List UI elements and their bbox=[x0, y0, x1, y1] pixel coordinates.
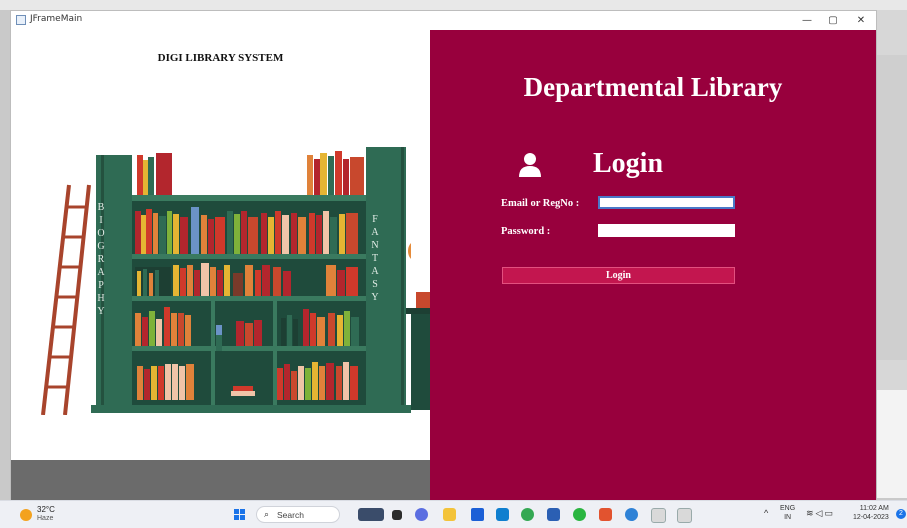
windows-start-icon[interactable] bbox=[234, 509, 246, 521]
notification-badge[interactable]: 2 bbox=[896, 509, 906, 519]
minimize-button[interactable]: — bbox=[793, 11, 821, 30]
password-label: Password : bbox=[501, 226, 551, 237]
login-pane: Departmental Library Login Email or RegN… bbox=[430, 30, 876, 501]
background-window bbox=[877, 10, 907, 498]
footer-strip bbox=[11, 460, 430, 501]
java-app-icon bbox=[16, 15, 26, 25]
jframe-window: JFrameMain — ▢ ✕ DIGI LIBRARY SYSTEM BIO… bbox=[10, 10, 877, 501]
email-input[interactable] bbox=[598, 196, 735, 209]
tray-status-icons[interactable]: ≋◁▭ bbox=[806, 508, 835, 519]
department-title: Departmental Library bbox=[523, 72, 783, 102]
biography-label: BIOGRAPHY bbox=[97, 202, 105, 317]
mail-icon[interactable] bbox=[496, 508, 509, 521]
dropbox-icon[interactable] bbox=[471, 508, 484, 521]
side-table-leg bbox=[411, 314, 430, 410]
app-icon[interactable] bbox=[625, 508, 638, 521]
taskbar: 32°C Haze ⌕ Search ^ ENG IN ≋◁▭ 11:02 AM… bbox=[0, 500, 907, 528]
user-icon bbox=[519, 153, 541, 177]
fantasy-label: FANTASY bbox=[371, 214, 379, 303]
java-app-icon[interactable] bbox=[651, 508, 666, 523]
wifi-icon: ≋ bbox=[806, 508, 816, 518]
java-app-icon[interactable] bbox=[677, 508, 692, 523]
window-title: JFrameMain bbox=[30, 14, 83, 24]
ladder-illustration bbox=[41, 184, 91, 415]
office-icon[interactable] bbox=[599, 508, 612, 521]
tray-overflow-icon[interactable]: ^ bbox=[764, 508, 768, 518]
password-input[interactable] bbox=[598, 224, 735, 237]
search-icon: ⌕ bbox=[264, 509, 270, 519]
title-bar[interactable]: JFrameMain — ▢ ✕ bbox=[11, 11, 876, 31]
language-indicator[interactable]: ENG IN bbox=[780, 504, 795, 522]
close-button[interactable]: ✕ bbox=[847, 11, 875, 30]
login-heading: Login bbox=[593, 148, 664, 179]
clock-date: 12-04-2023 bbox=[853, 514, 889, 521]
file-explorer-icon[interactable] bbox=[443, 508, 456, 521]
search-placeholder: Search bbox=[277, 510, 304, 520]
maximize-button[interactable]: ▢ bbox=[819, 11, 847, 30]
taskbar-app-icon[interactable] bbox=[358, 508, 384, 521]
email-label: Email or RegNo : bbox=[501, 198, 580, 209]
region-code: IN bbox=[784, 514, 792, 521]
word-icon[interactable] bbox=[547, 508, 560, 521]
desktop-backdrop bbox=[0, 0, 907, 10]
books-top bbox=[137, 151, 364, 195]
books-shelf-1 bbox=[135, 207, 358, 254]
task-view-icon[interactable] bbox=[392, 510, 402, 520]
login-button[interactable]: Login bbox=[502, 267, 735, 284]
clock[interactable]: 11:02 AM 12-04-2023 bbox=[853, 504, 889, 522]
chrome-icon[interactable] bbox=[521, 508, 534, 521]
chat-icon[interactable] bbox=[415, 508, 428, 521]
bookshelf-illustration bbox=[41, 147, 411, 415]
background-panel bbox=[877, 390, 907, 498]
app-title: DIGI LIBRARY SYSTEM bbox=[157, 52, 284, 64]
side-table-books bbox=[416, 292, 430, 308]
language-code: ENG bbox=[780, 505, 796, 512]
weather-temperature[interactable]: 32°C bbox=[37, 505, 55, 514]
battery-icon: ▭ bbox=[824, 508, 835, 518]
background-panel bbox=[877, 55, 907, 360]
whatsapp-icon[interactable] bbox=[573, 508, 586, 521]
weather-description[interactable]: Haze bbox=[37, 515, 53, 522]
clock-time: 11:02 AM bbox=[859, 505, 889, 512]
hanging-lamp-illustration bbox=[408, 243, 411, 259]
illustration-pane: DIGI LIBRARY SYSTEM BIOGRAPHY FANTASY bbox=[11, 30, 430, 501]
weather-sun-icon[interactable] bbox=[20, 509, 32, 521]
taskbar-search[interactable]: ⌕ Search bbox=[256, 506, 340, 523]
